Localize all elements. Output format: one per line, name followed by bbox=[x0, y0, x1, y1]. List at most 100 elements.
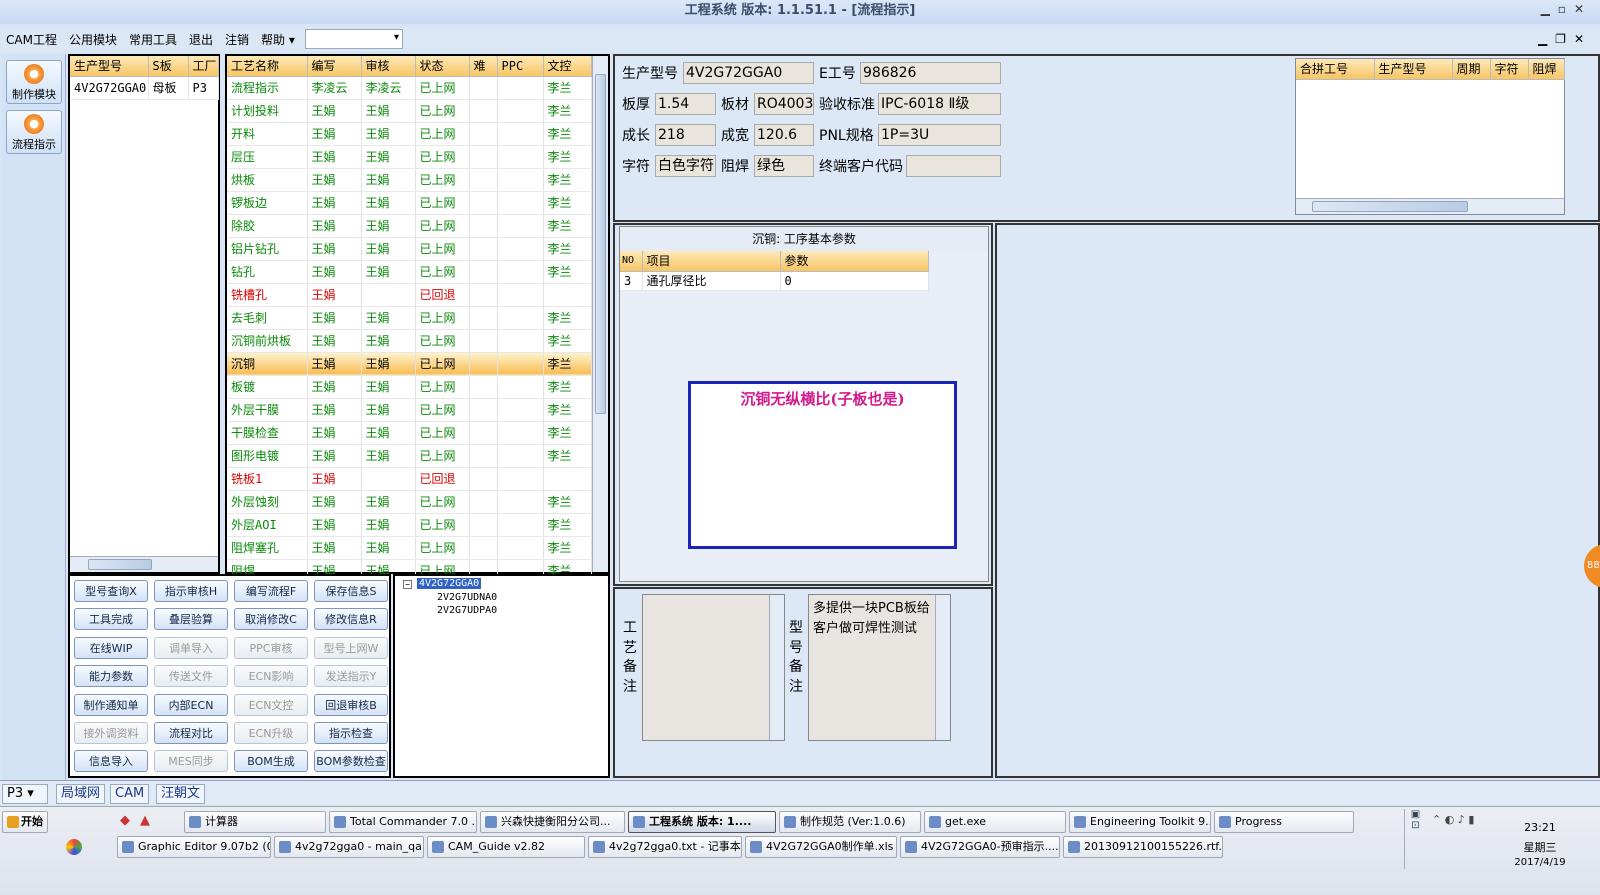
cell[interactable]: 李兰 bbox=[543, 76, 592, 100]
cell[interactable]: 已上网 bbox=[415, 375, 470, 399]
cell[interactable]: 王娟 bbox=[307, 237, 362, 261]
action-button[interactable]: 流程对比 bbox=[154, 721, 228, 744]
cell[interactable]: 外层蚀刻 bbox=[227, 490, 308, 514]
cell[interactable]: 王娟 bbox=[307, 260, 362, 284]
make-module-button[interactable]: ● 制作模块 bbox=[6, 60, 62, 104]
col-header[interactable]: 审核 bbox=[361, 56, 416, 77]
cell[interactable] bbox=[469, 191, 498, 215]
table-row[interactable]: 除胶 王娟 王娟 已上网 李兰 bbox=[227, 214, 592, 238]
col-header[interactable]: 文控 bbox=[543, 56, 592, 77]
cell[interactable]: 王娟 bbox=[361, 398, 416, 422]
table-row[interactable]: 锣板边 王娟 王娟 已上网 李兰 bbox=[227, 191, 592, 215]
model-hscroll[interactable] bbox=[70, 556, 218, 572]
cell[interactable]: 王娟 bbox=[361, 352, 416, 376]
customer-field[interactable] bbox=[906, 155, 1001, 177]
cell[interactable]: 王娟 bbox=[307, 329, 362, 353]
action-button[interactable]: 接外调资料 bbox=[74, 721, 148, 744]
taskbar-item[interactable]: Total Commander 7.0 ... bbox=[329, 811, 477, 833]
taskbar-item[interactable]: 20130912100155226.rtf... bbox=[1063, 836, 1223, 858]
col-header[interactable]: 项目 bbox=[642, 251, 781, 272]
cell[interactable]: 王娟 bbox=[307, 145, 362, 169]
cell[interactable]: 王娟 bbox=[307, 99, 362, 123]
start-button[interactable]: 开始 bbox=[2, 811, 48, 833]
cell[interactable] bbox=[469, 352, 498, 376]
cell[interactable]: 已上网 bbox=[415, 398, 470, 422]
action-button[interactable]: 叠层验算 bbox=[154, 608, 228, 631]
cell[interactable]: 铣板1 bbox=[227, 467, 308, 491]
cell[interactable]: 王娟 bbox=[361, 260, 416, 284]
cell[interactable] bbox=[497, 237, 544, 261]
cell[interactable]: 王娟 bbox=[307, 536, 362, 560]
cell[interactable]: 王娟 bbox=[361, 375, 416, 399]
col-header[interactable]: S板 bbox=[148, 56, 189, 77]
table-row[interactable]: 阻焊塞孔 王娟 王娟 已上网 李兰 bbox=[227, 536, 592, 560]
action-button[interactable]: 能力参数 bbox=[74, 665, 148, 688]
action-button[interactable]: ECN文控 bbox=[234, 693, 308, 716]
cell[interactable]: 李兰 bbox=[543, 329, 592, 353]
cell[interactable] bbox=[469, 329, 498, 353]
cell[interactable] bbox=[497, 329, 544, 353]
cell[interactable] bbox=[497, 490, 544, 514]
tree-node[interactable]: 2V2G7UDPA0 bbox=[437, 605, 497, 616]
cell[interactable]: 除胶 bbox=[227, 214, 308, 238]
taskbar-item[interactable]: Engineering Toolkit 9.... bbox=[1069, 811, 1211, 833]
cell[interactable]: 王娟 bbox=[361, 329, 416, 353]
cell[interactable] bbox=[361, 283, 416, 307]
cell[interactable]: 4V2G72GGA0 bbox=[70, 76, 149, 100]
table-row[interactable]: 4V2G72GGA0 母板 P3 bbox=[70, 76, 219, 100]
cell[interactable] bbox=[469, 168, 498, 192]
cell[interactable]: 王娟 bbox=[361, 306, 416, 330]
mdi-close-icon[interactable]: ✕ bbox=[1574, 32, 1592, 46]
cell[interactable] bbox=[497, 168, 544, 192]
cell[interactable] bbox=[497, 283, 544, 307]
cell[interactable]: 李兰 bbox=[543, 513, 592, 537]
cell[interactable]: 王娟 bbox=[361, 168, 416, 192]
cell[interactable]: 王娟 bbox=[361, 536, 416, 560]
cell[interactable] bbox=[469, 375, 498, 399]
cell[interactable]: 已上网 bbox=[415, 145, 470, 169]
cell[interactable]: 已上网 bbox=[415, 191, 470, 215]
model-hscroll-thumb[interactable] bbox=[88, 559, 152, 570]
cell[interactable] bbox=[497, 421, 544, 445]
cell[interactable] bbox=[497, 214, 544, 238]
cell[interactable]: 通孔厚径比 bbox=[642, 271, 781, 291]
cell[interactable]: 李兰 bbox=[543, 237, 592, 261]
table-row[interactable]: 图形电镀 王娟 王娟 已上网 李兰 bbox=[227, 444, 592, 468]
cell[interactable]: 干膜检查 bbox=[227, 421, 308, 445]
cell[interactable]: 王娟 bbox=[307, 306, 362, 330]
action-button[interactable]: 信息导入 bbox=[74, 750, 148, 773]
e-no-field[interactable]: 986826 bbox=[860, 62, 1001, 84]
cell[interactable]: 锣板边 bbox=[227, 191, 308, 215]
cell[interactable]: 王娟 bbox=[307, 467, 362, 491]
table-row[interactable]: 烘板 王娟 王娟 已上网 李兰 bbox=[227, 168, 592, 192]
cell[interactable]: 已上网 bbox=[415, 76, 470, 100]
cell[interactable]: 去毛刺 bbox=[227, 306, 308, 330]
action-button[interactable]: 制作通知单 bbox=[74, 693, 148, 716]
cell[interactable] bbox=[543, 467, 592, 491]
action-button[interactable]: 修改信息R bbox=[314, 608, 388, 631]
action-button[interactable]: 内部ECN bbox=[154, 693, 228, 716]
taskbar-item[interactable]: Graphic Editor 9.07b2 (0... bbox=[117, 836, 271, 858]
cell[interactable]: 板镀 bbox=[227, 375, 308, 399]
cell[interactable]: 王娟 bbox=[307, 122, 362, 146]
cell[interactable]: 王娟 bbox=[361, 421, 416, 445]
table-row[interactable]: 钻孔 王娟 王娟 已上网 李兰 bbox=[227, 260, 592, 284]
cell[interactable]: P3 bbox=[188, 76, 219, 100]
cell[interactable] bbox=[469, 467, 498, 491]
taskbar-item[interactable]: 兴森快捷衡阳分公司... bbox=[480, 811, 625, 833]
cell[interactable] bbox=[497, 306, 544, 330]
cell[interactable] bbox=[497, 191, 544, 215]
process-remark-scrollbar[interactable] bbox=[769, 595, 784, 740]
cell[interactable] bbox=[469, 76, 498, 100]
tab-lan[interactable]: 局域网 bbox=[56, 784, 106, 804]
cell[interactable]: 沉铜 bbox=[227, 352, 308, 376]
cell[interactable]: 王娟 bbox=[307, 375, 362, 399]
cell[interactable] bbox=[497, 375, 544, 399]
cell[interactable] bbox=[497, 467, 544, 491]
cell[interactable] bbox=[469, 260, 498, 284]
action-button[interactable]: PPC审核 bbox=[234, 636, 308, 659]
cell[interactable]: 计划投料 bbox=[227, 99, 308, 123]
action-button[interactable]: MES同步 bbox=[154, 750, 228, 773]
action-button[interactable]: 型号上网W bbox=[314, 636, 388, 659]
action-button[interactable]: ECN影响 bbox=[234, 665, 308, 688]
